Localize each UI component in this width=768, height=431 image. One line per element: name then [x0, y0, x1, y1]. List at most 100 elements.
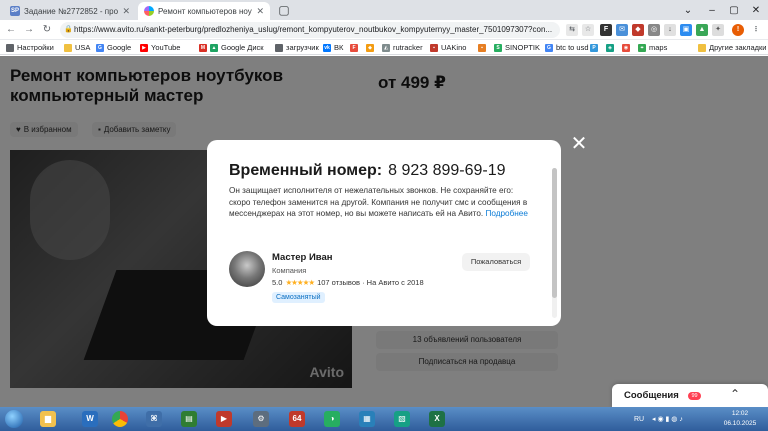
minimize-icon[interactable]: –	[700, 0, 724, 20]
taskbar-app[interactable]: ◑	[318, 409, 346, 429]
maps-icon: ⌖	[638, 43, 646, 52]
bookmark-icon: ◆	[366, 43, 374, 52]
sinoptik-icon: S	[494, 43, 502, 52]
menu-kebab-icon[interactable]: ⋮	[750, 24, 762, 36]
avatar[interactable]	[229, 251, 265, 287]
chrome-icon	[112, 411, 128, 427]
extension-icon[interactable]: ◎	[648, 24, 660, 36]
close-modal-icon[interactable]: ✕	[569, 134, 589, 154]
sp-favicon-icon: SP	[10, 6, 20, 16]
bookmark-icon: ◈	[606, 43, 614, 52]
bookmark-item[interactable]: ▶ YouTube	[140, 42, 180, 53]
forward-icon[interactable]: →	[22, 23, 36, 37]
taskbar-app[interactable]: X	[423, 409, 451, 429]
close-tab-icon[interactable]: ✕	[122, 6, 130, 17]
language-indicator[interactable]: RU	[634, 407, 644, 431]
maximize-icon[interactable]: ▢	[722, 0, 746, 20]
browser-tab-avito[interactable]: Ремонт компьютеров ноутбуков ✕	[138, 2, 270, 20]
messages-label: Сообщения	[624, 390, 679, 401]
close-window-icon[interactable]: ✕	[744, 0, 768, 20]
window-icon: ⌘	[146, 411, 162, 427]
extension-icon[interactable]: ▣	[680, 24, 692, 36]
bookmark-icon: ◉	[622, 43, 630, 52]
more-link[interactable]: Подробнее	[485, 209, 527, 218]
bookmark-item[interactable]: ◭ rutracker	[382, 42, 423, 53]
tool-icon: ⚙	[253, 411, 269, 427]
bookmark-icon: ▪	[478, 43, 486, 52]
taskbar-app[interactable]	[106, 409, 134, 429]
reviews-link[interactable]: 107 отзывов	[317, 278, 360, 287]
bookmark-item[interactable]: Gbtc to usd	[545, 42, 589, 53]
extension-icon[interactable]: ▲	[696, 24, 708, 36]
taskbar-app[interactable]: ▆	[34, 409, 62, 429]
taskbar-app[interactable]: ▦	[353, 409, 381, 429]
address-bar[interactable]: 🔒 https://www.avito.ru/sankt-peterburg/p…	[60, 22, 560, 38]
extensions-puzzle-icon[interactable]: ✦	[712, 24, 724, 36]
bookmark-item[interactable]: vk ВК	[323, 42, 343, 53]
taskbar-app[interactable]: ▧	[388, 409, 416, 429]
translate-icon[interactable]: ⇆	[566, 24, 578, 36]
phone-number[interactable]: 8 923 899-69-19	[388, 162, 505, 179]
bookmark-star-icon[interactable]: ☆	[582, 24, 594, 36]
messages-count-badge: 99	[688, 392, 701, 400]
tray-icons[interactable]: ◂ ◉ ▮ ◍ ♪	[652, 407, 683, 431]
taskbar-app[interactable]: W	[76, 409, 104, 429]
bookmark-item[interactable]: USA	[64, 42, 90, 53]
file-icon: ▦	[359, 411, 375, 427]
report-button[interactable]: Пожаловаться	[462, 253, 530, 271]
messages-widget[interactable]: Сообщения 99 ⌃	[612, 384, 768, 408]
reload-icon[interactable]: ↻	[40, 23, 54, 37]
bookmark-item[interactable]: G Google	[96, 42, 131, 53]
gmail-icon: M	[199, 43, 207, 52]
bookmark-item[interactable]: ⌖ maps	[638, 42, 667, 53]
bookmark-item[interactable]: ◉	[622, 42, 633, 53]
taskbar-app[interactable]: ⚙	[247, 409, 275, 429]
close-tab-icon[interactable]: ✕	[256, 6, 264, 17]
bookmark-icon: F	[350, 43, 358, 52]
extension-icon[interactable]: F	[600, 24, 612, 36]
gear-icon	[6, 43, 14, 52]
system-clock[interactable]: 12:02 06.10.2025	[720, 409, 760, 429]
bookmark-item[interactable]: P	[590, 42, 601, 53]
profile-icon[interactable]: ⌄	[676, 0, 700, 20]
media-icon: ▶	[216, 411, 232, 427]
new-tab-icon[interactable]: ▢	[277, 3, 291, 17]
bookmarks-bar: Настройки USA G Google ▶ YouTube M ▲ Google …	[0, 40, 768, 55]
browser-toolbar: ← → ↻ 🔒 https://www.avito.ru/sankt-peter…	[0, 20, 768, 40]
bookmark-item[interactable]: Другие закладки	[698, 42, 766, 53]
tab-title: Ремонт компьютеров ноутбуков	[158, 6, 252, 16]
shield-icon: W	[82, 411, 98, 427]
taskbar-app[interactable]: 64	[283, 409, 311, 429]
bookmark-item[interactable]: ◈	[606, 42, 617, 53]
bookmark-item[interactable]: S SINOPTIK	[494, 42, 540, 53]
extension-icon[interactable]: ✉	[616, 24, 628, 36]
bookmark-item[interactable]: загрузчик	[275, 42, 319, 53]
profile-avatar-icon[interactable]: !	[732, 24, 744, 36]
chevron-up-icon[interactable]: ⌃	[730, 387, 740, 401]
download-icon[interactable]: ↓	[664, 24, 676, 36]
modal-scrollbar[interactable]	[552, 168, 557, 318]
taskbar-app[interactable]: ⌘	[140, 409, 168, 429]
seller-name[interactable]: Мастер Иван	[272, 252, 333, 263]
extension-icon[interactable]: ◆	[632, 24, 644, 36]
app-icon: ▧	[394, 411, 410, 427]
back-icon[interactable]: ←	[4, 23, 18, 37]
rutracker-icon: ◭	[382, 43, 390, 52]
browser-tab-task[interactable]: SP Задание №2772852 - просмотр з ✕	[4, 2, 136, 20]
google-icon: G	[545, 43, 553, 52]
bookmark-item[interactable]: M ▲ Google Диск	[199, 42, 264, 53]
seller-type: Компания	[272, 266, 307, 275]
folder-icon	[698, 43, 706, 52]
start-button[interactable]	[0, 407, 28, 431]
bookmark-item[interactable]: ▪ UAKino	[430, 42, 466, 53]
google-drive-icon: ▲	[210, 43, 218, 52]
taskbar-app[interactable]: ▤	[175, 409, 203, 429]
temporary-number-modal: Временный номер: 8 923 899-69-19 Он защищ…	[207, 140, 561, 326]
bookmark-item[interactable]: ▪	[478, 42, 489, 53]
taskbar-app[interactable]: ▶	[210, 409, 238, 429]
tab-strip: SP Задание №2772852 - просмотр з ✕ Ремон…	[0, 0, 768, 20]
bookmark-item[interactable]: Настройки	[6, 42, 54, 53]
scrollbar-thumb[interactable]	[552, 168, 557, 298]
bookmark-item[interactable]: ◆	[366, 42, 377, 53]
bookmark-item[interactable]: F	[350, 42, 361, 53]
